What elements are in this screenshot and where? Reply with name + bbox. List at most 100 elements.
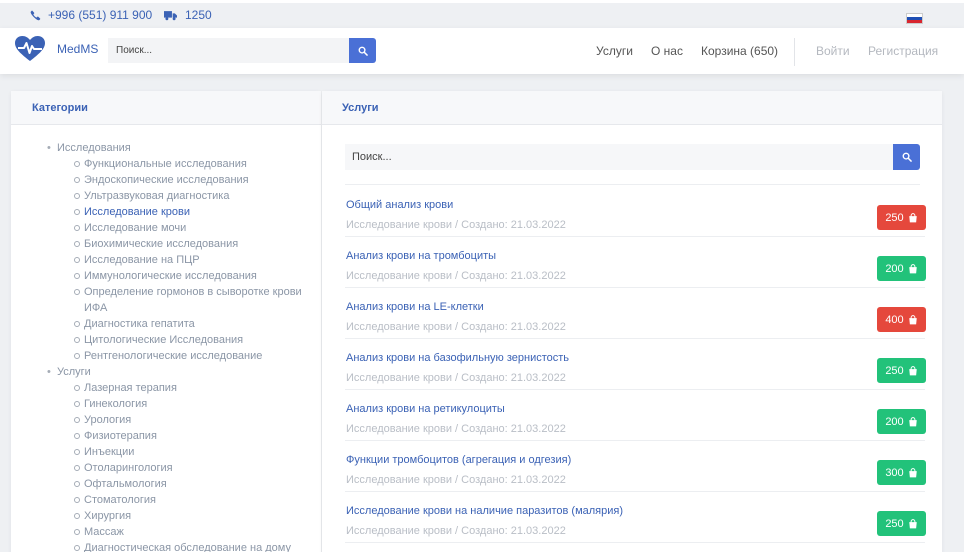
service-meta: Исследование крови / Создано: 21.03.2022 [346, 474, 566, 486]
delivery-count: 1250 [185, 8, 212, 22]
category-item[interactable]: Урология [47, 412, 317, 428]
brand-name: MedMS [57, 42, 99, 56]
price-button[interactable]: 250 [877, 205, 926, 230]
services-search-button[interactable] [893, 144, 920, 170]
search-icon [902, 152, 912, 162]
nav-about[interactable]: О нас [651, 44, 683, 58]
category-item[interactable]: Диагностика гепатита [47, 316, 317, 332]
header-search-button[interactable] [349, 38, 376, 63]
category-item[interactable]: Иммунологические исследования [47, 268, 317, 284]
category-group[interactable]: Исследования [47, 140, 317, 156]
category-item[interactable]: Лазерная терапия [47, 380, 317, 396]
flag-ru-icon[interactable] [906, 13, 923, 24]
categories-title: Категории [11, 91, 321, 125]
shopping-bag-icon [908, 518, 917, 528]
category-item[interactable]: Отоларингология [47, 460, 317, 476]
phone-number: +996 (551) 911 900 [48, 8, 153, 22]
services-search-input[interactable] [345, 144, 893, 170]
service-title[interactable]: Анализ крови на ретикулоциты [346, 403, 505, 415]
search-icon [358, 46, 368, 56]
nav-divider [794, 38, 795, 66]
price-button[interactable]: 250 [877, 511, 926, 536]
service-meta: Исследование крови / Создано: 21.03.2022 [346, 525, 566, 537]
service-meta: Исследование крови / Создано: 21.03.2022 [346, 423, 566, 435]
service-title[interactable]: Общий анализ крови [346, 199, 453, 211]
price-value: 200 [885, 262, 904, 275]
list-item: Анализ крови на тромбоциты Исследование … [345, 237, 926, 288]
truck-icon [164, 10, 177, 20]
price-value: 250 [885, 364, 904, 377]
category-item-active[interactable]: Исследование крови [47, 204, 317, 220]
services-panel: Услуги Общий анализ крови Исследование к… [322, 91, 942, 552]
category-item[interactable]: Исследование мочи [47, 220, 317, 236]
category-item[interactable]: Исследование на ПЦР [47, 252, 317, 268]
delivery-info: 1250 [164, 8, 212, 22]
category-item[interactable]: Офтальмология [47, 476, 317, 492]
category-item[interactable]: Массаж [47, 524, 317, 540]
nav-login[interactable]: Войти [816, 44, 850, 58]
service-meta: Исследование крови / Создано: 21.03.2022 [346, 321, 566, 333]
header-navbar: MedMS Услуги О нас Корзина (650) Войти Р… [0, 28, 964, 74]
phone-icon [30, 10, 41, 20]
price-value: 250 [885, 211, 904, 224]
nav-services[interactable]: Услуги [596, 44, 633, 58]
category-item[interactable]: Диагностическая обследование на дому [47, 540, 317, 552]
top-info-bar: +996 (551) 911 900 1250 [0, 0, 964, 28]
nav-cart[interactable]: Корзина (650) [701, 44, 778, 58]
shopping-bag-icon [908, 365, 917, 375]
price-button[interactable]: 400 [877, 307, 926, 332]
price-value: 250 [885, 517, 904, 530]
service-title[interactable]: Анализ крови на LE-клетки [346, 301, 484, 313]
phone-contact[interactable]: +996 (551) 911 900 [30, 8, 152, 22]
price-button[interactable]: 200 [877, 409, 926, 434]
category-tree: Исследования Функциональные исследования… [47, 140, 317, 552]
logo[interactable]: MedMS [15, 36, 98, 62]
services-search [345, 144, 920, 170]
list-item: Исследование крови на наличие паразитов … [345, 492, 926, 543]
services-list: Общий анализ крови Исследование крови / … [345, 186, 926, 543]
header-search-input[interactable] [108, 38, 349, 63]
service-title[interactable]: Анализ крови на базофильную зернистость [346, 352, 569, 364]
category-item[interactable]: Рентгенологические исследование [47, 348, 317, 364]
shopping-bag-icon [908, 314, 917, 324]
category-item[interactable]: Ультразвуковая диагностика [47, 188, 317, 204]
service-meta: Исследование крови / Создано: 21.03.2022 [346, 270, 566, 282]
service-meta: Исследование крови / Создано: 21.03.2022 [346, 219, 566, 231]
shopping-bag-icon [908, 212, 917, 222]
category-item[interactable]: Хирургия [47, 508, 317, 524]
shopping-bag-icon [908, 467, 917, 477]
category-item[interactable]: Цитологические Исследования [47, 332, 317, 348]
divider [345, 184, 920, 185]
nav-register[interactable]: Регистрация [868, 44, 938, 58]
price-button[interactable]: 200 [877, 256, 926, 281]
category-item[interactable]: Биохимические исследования [47, 236, 317, 252]
price-value: 200 [885, 415, 904, 428]
shopping-bag-icon [908, 263, 917, 273]
services-title: Услуги [322, 91, 942, 125]
service-title[interactable]: Исследование крови на наличие паразитов … [346, 505, 623, 517]
header-search [108, 38, 376, 63]
price-value: 300 [885, 466, 904, 479]
category-item[interactable]: Гинекология [47, 396, 317, 412]
price-button[interactable]: 300 [877, 460, 926, 485]
list-item: Анализ крови на LE-клетки Исследование к… [345, 288, 926, 339]
price-button[interactable]: 250 [877, 358, 926, 383]
service-title[interactable]: Анализ крови на тромбоциты [346, 250, 496, 262]
category-item[interactable]: Определение гормонов в сыворотке крови И… [47, 284, 317, 316]
service-meta: Исследование крови / Создано: 21.03.2022 [346, 372, 566, 384]
price-value: 400 [885, 313, 904, 326]
categories-panel: Категории Исследования Функциональные ис… [11, 91, 321, 552]
list-item: Анализ крови на базофильную зернистость … [345, 339, 926, 390]
shopping-bag-icon [908, 416, 917, 426]
category-group[interactable]: Услуги [47, 364, 317, 380]
heart-pulse-icon [15, 36, 45, 61]
category-item[interactable]: Инъекции [47, 444, 317, 460]
service-title[interactable]: Функции тромбоцитов (агрегация и одгезия… [346, 454, 571, 466]
list-item: Анализ крови на ретикулоциты Исследовани… [345, 390, 926, 441]
category-item[interactable]: Стоматология [47, 492, 317, 508]
list-item: Функции тромбоцитов (агрегация и одгезия… [345, 441, 926, 492]
category-item[interactable]: Эндоскопические исследования [47, 172, 317, 188]
category-item[interactable]: Функциональные исследования [47, 156, 317, 172]
list-item: Общий анализ крови Исследование крови / … [345, 186, 926, 237]
category-item[interactable]: Физиотерапия [47, 428, 317, 444]
